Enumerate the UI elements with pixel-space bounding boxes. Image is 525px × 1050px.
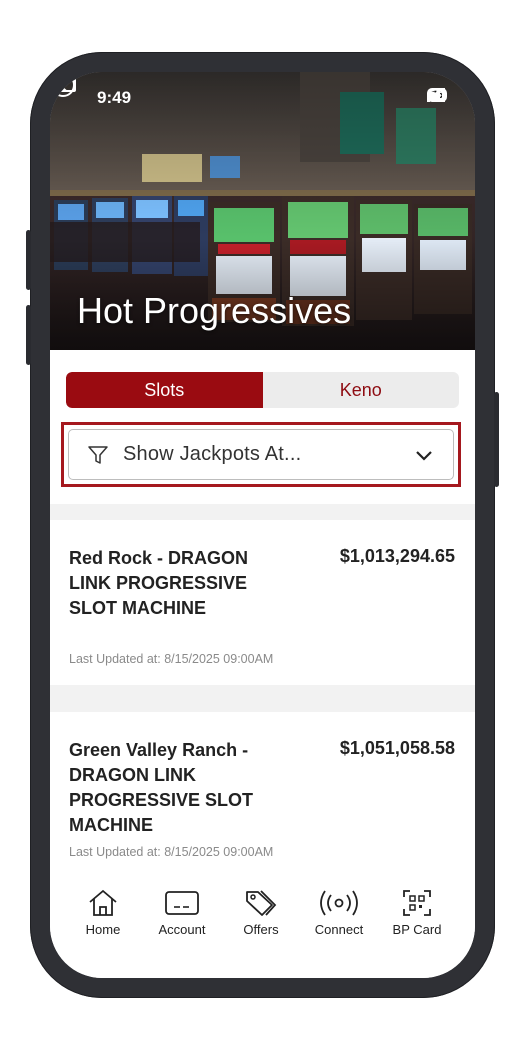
filter-icon (88, 445, 108, 464)
tag-icon (246, 890, 277, 916)
power-button (494, 392, 499, 487)
game-type-toggle: Slots Keno (66, 372, 459, 408)
tab-label: Home (85, 922, 121, 937)
jackpot-card[interactable]: Green Valley Ranch - DRAGON LINK PROGRES… (50, 712, 475, 880)
dropdown-label: Show Jackpots At... (123, 443, 302, 465)
tab-offers[interactable]: Offers (221, 888, 301, 937)
tab-keno[interactable]: Keno (263, 372, 460, 408)
tab-home[interactable]: Home (63, 888, 143, 937)
wifi-icon (427, 88, 445, 102)
chevron-down-icon (416, 450, 432, 461)
tab-account[interactable]: Account (142, 888, 222, 937)
qr-scan-icon (403, 890, 431, 916)
volume-up-button (26, 230, 31, 290)
home-icon (89, 889, 117, 916)
bottom-tab-bar: Home Account Offers Connect BP Card (50, 880, 475, 978)
filter-highlight: Show Jackpots At... (61, 422, 461, 487)
jackpot-name: Green Valley Ranch - DRAGON LINK PROGRES… (69, 740, 254, 835)
broadcast-icon (320, 890, 358, 916)
page-title: Hot Progressives (77, 290, 352, 331)
jackpot-name: Red Rock - DRAGON LINK PROGRESSIVE SLOT … (69, 548, 249, 618)
card-icon (165, 891, 199, 915)
tab-slots[interactable]: Slots (66, 372, 263, 408)
status-indicators: 76 (426, 88, 447, 102)
header-banner: 9:49 76 Hot Progressives (50, 72, 475, 350)
jackpot-updated: Last Updated at: 8/15/2025 09:00AM (69, 845, 274, 859)
app-screen: 9:49 76 Hot Progressives Slo (50, 72, 475, 978)
tab-connect[interactable]: Connect (299, 888, 379, 937)
volume-down-button (26, 305, 31, 365)
tab-label: Account (158, 922, 206, 937)
jackpot-location-dropdown[interactable]: Show Jackpots At... (68, 429, 454, 480)
jackpot-updated: Last Updated at: 8/15/2025 09:00AM (69, 652, 274, 666)
mail-icon[interactable] (50, 72, 76, 94)
status-time: 9:49 (97, 88, 132, 107)
jackpot-card[interactable]: Red Rock - DRAGON LINK PROGRESSIVE SLOT … (50, 520, 475, 685)
jackpot-amount: $1,013,294.65 (339, 546, 455, 566)
jackpot-amount: $1,051,058.58 (339, 738, 455, 758)
tab-label: Offers (243, 922, 279, 937)
tab-bp-card[interactable]: BP Card (377, 888, 457, 937)
tab-label: Connect (314, 922, 364, 937)
tab-label: BP Card (392, 922, 442, 937)
